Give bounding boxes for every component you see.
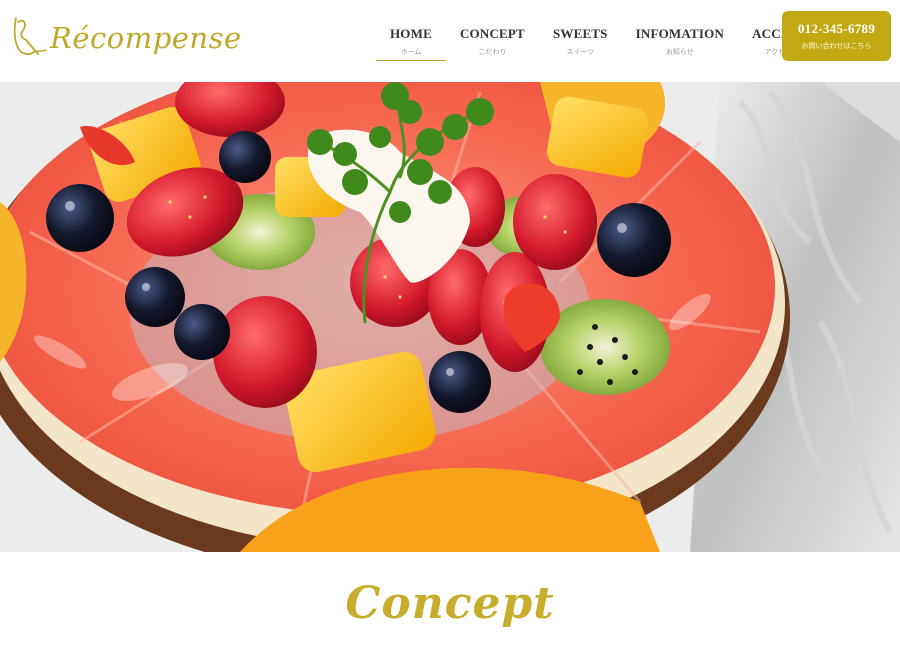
fruit-tart-photo [0, 82, 900, 552]
site-logo[interactable]: Récompense [8, 12, 242, 60]
contact-button[interactable]: 012-345-6789 お問い合わせはこちら [782, 11, 891, 61]
nav-item-label: INFOMATION [635, 25, 725, 41]
main-nav: HOME ホーム CONCEPT こだわり SWEETS スイーツ INFOMA… [376, 0, 819, 82]
hero-image [0, 82, 900, 552]
nav-item-label: HOME [390, 25, 432, 41]
nav-item-sublabel: お知らせ [665, 47, 694, 56]
site-header: Récompense HOME ホーム CONCEPT こだわり SWEETS … [0, 0, 900, 82]
nav-item-home[interactable]: HOME ホーム [376, 0, 446, 82]
script-r-logo-icon [13, 17, 47, 55]
nav-item-concept[interactable]: CONCEPT こだわり [446, 0, 539, 82]
nav-item-label: CONCEPT [459, 25, 525, 41]
nav-item-sublabel: ホーム [400, 47, 422, 56]
nav-item-label: SWEETS [552, 25, 608, 41]
nav-item-sublabel: スイーツ [566, 47, 595, 56]
nav-item-infomation[interactable]: INFOMATION お知らせ [622, 0, 738, 82]
contact-phone: 012-345-6789 [797, 21, 876, 36]
nav-item-sweets[interactable]: SWEETS スイーツ [539, 0, 622, 82]
section-title-concept: Concept [345, 578, 555, 629]
brand-name: Récompense [50, 21, 242, 55]
nav-item-sublabel: こだわり [478, 47, 507, 56]
contact-label: お問い合わせはこちら [801, 42, 872, 50]
